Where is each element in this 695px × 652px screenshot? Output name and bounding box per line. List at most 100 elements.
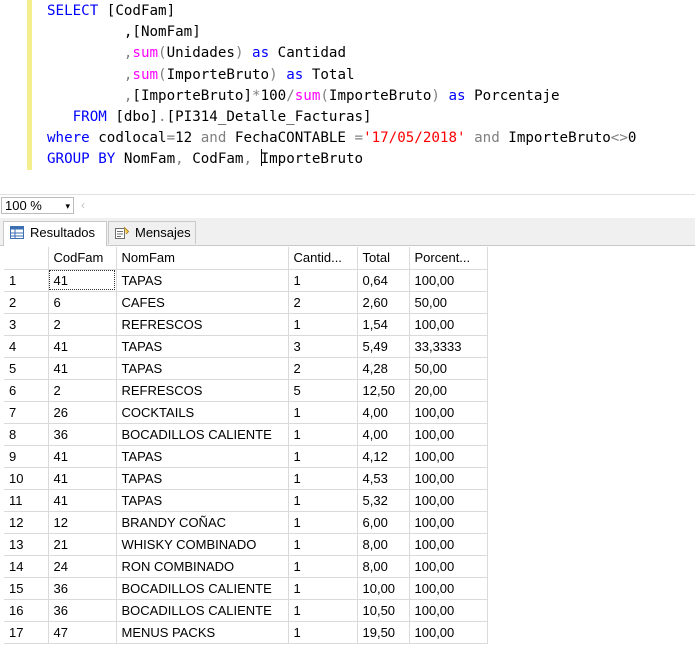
grid-cell[interactable]: TAPAS bbox=[116, 467, 289, 490]
grid-cell[interactable]: 100,00 bbox=[409, 313, 488, 336]
grid-cell[interactable]: 0,64 bbox=[357, 269, 410, 292]
grid-cell[interactable]: TAPAS bbox=[116, 489, 289, 512]
grid-cell[interactable]: BOCADILLOS CALIENTE bbox=[116, 599, 289, 622]
grid-cell[interactable]: 4,12 bbox=[357, 445, 410, 468]
tab-mensajes[interactable]: Mensajes bbox=[108, 221, 196, 244]
grid-cell[interactable]: 1 bbox=[288, 621, 358, 644]
grid-cell[interactable]: 5,49 bbox=[357, 335, 410, 358]
grid-cell[interactable]: 3 bbox=[288, 335, 358, 358]
row-number[interactable]: 10 bbox=[4, 467, 49, 490]
row-number[interactable]: 3 bbox=[4, 313, 49, 336]
grid-cell[interactable]: BOCADILLOS CALIENTE bbox=[116, 423, 289, 446]
grid-cell[interactable]: 12 bbox=[48, 511, 117, 534]
grid-cell[interactable]: 36 bbox=[48, 599, 117, 622]
grid-cell[interactable]: 4,00 bbox=[357, 423, 410, 446]
grid-cell[interactable]: 1 bbox=[288, 577, 358, 600]
table-row[interactable]: 11 41 TAPAS 1 5,32 100,00 bbox=[4, 489, 488, 512]
grid-cell[interactable]: BOCADILLOS CALIENTE bbox=[116, 577, 289, 600]
grid-cell[interactable]: 2 bbox=[48, 313, 117, 336]
table-row[interactable]: 1 41 TAPAS 1 0,64 100,00 bbox=[4, 269, 488, 292]
grid-cell[interactable]: 26 bbox=[48, 401, 117, 424]
grid-cell[interactable]: 5,32 bbox=[357, 489, 410, 512]
row-number[interactable]: 13 bbox=[4, 533, 49, 556]
grid-cell[interactable]: 100,00 bbox=[409, 423, 488, 446]
grid-cell[interactable]: 21 bbox=[48, 533, 117, 556]
chevron-down-icon[interactable]: ▾ bbox=[65, 198, 70, 214]
grid-cell[interactable]: 20,00 bbox=[409, 379, 488, 402]
grid-cell[interactable]: 6,00 bbox=[357, 511, 410, 534]
row-number[interactable]: 2 bbox=[4, 291, 49, 314]
grid-cell[interactable]: 100,00 bbox=[409, 467, 488, 490]
grid-cell[interactable]: 100,00 bbox=[409, 489, 488, 512]
table-row[interactable]: 17 47 MENUS PACKS 1 19,50 100,00 bbox=[4, 621, 488, 644]
grid-cell[interactable]: 1 bbox=[288, 489, 358, 512]
grid-cell[interactable]: 1 bbox=[288, 599, 358, 622]
grid-cell[interactable]: 8,00 bbox=[357, 533, 410, 556]
grid-cell[interactable]: 100,00 bbox=[409, 533, 488, 556]
table-row[interactable]: 9 41 TAPAS 1 4,12 100,00 bbox=[4, 445, 488, 468]
grid-cell[interactable]: BRANDY COÑAC bbox=[116, 511, 289, 534]
column-header[interactable]: Total bbox=[357, 247, 410, 270]
grid-cell[interactable]: 41 bbox=[48, 335, 117, 358]
zoom-select[interactable]: 100 % ▾ bbox=[1, 197, 74, 214]
row-number[interactable]: 6 bbox=[4, 379, 49, 402]
grid-cell[interactable]: 5 bbox=[288, 379, 358, 402]
table-row[interactable]: 14 24 RON COMBINADO 1 8,00 100,00 bbox=[4, 555, 488, 578]
table-row[interactable]: 13 21 WHISKY COMBINADO 1 8,00 100,00 bbox=[4, 533, 488, 556]
row-number[interactable]: 5 bbox=[4, 357, 49, 380]
table-row[interactable]: 3 2 REFRESCOS 1 1,54 100,00 bbox=[4, 313, 488, 336]
row-number[interactable]: 12 bbox=[4, 511, 49, 534]
grid-cell[interactable]: 1 bbox=[288, 313, 358, 336]
sql-code[interactable]: SELECT [CodFam] ,[NomFam] ,sum(Unidades)… bbox=[47, 1, 636, 171]
table-row[interactable]: 5 41 TAPAS 2 4,28 50,00 bbox=[4, 357, 488, 380]
column-header[interactable]: Cantid... bbox=[288, 247, 358, 270]
grid-cell[interactable]: 10,00 bbox=[357, 577, 410, 600]
table-row[interactable]: 10 41 TAPAS 1 4,53 100,00 bbox=[4, 467, 488, 490]
grid-cell[interactable]: 33,3333 bbox=[409, 335, 488, 358]
row-number[interactable]: 16 bbox=[4, 599, 49, 622]
grid-cell[interactable]: 100,00 bbox=[409, 577, 488, 600]
table-row[interactable]: 7 26 COCKTAILS 1 4,00 100,00 bbox=[4, 401, 488, 424]
grid-cell[interactable]: 1,54 bbox=[357, 313, 410, 336]
grid-cell[interactable]: 10,50 bbox=[357, 599, 410, 622]
grid-cell[interactable]: 50,00 bbox=[409, 291, 488, 314]
grid-cell[interactable]: 2 bbox=[288, 357, 358, 380]
sql-editor[interactable]: SELECT [CodFam] ,[NomFam] ,sum(Unidades)… bbox=[0, 0, 695, 194]
grid-cell[interactable]: 19,50 bbox=[357, 621, 410, 644]
grid-cell[interactable]: TAPAS bbox=[116, 357, 289, 380]
grid-cell[interactable]: 12,50 bbox=[357, 379, 410, 402]
column-header[interactable]: CodFam bbox=[48, 247, 117, 270]
grid-cell[interactable]: 100,00 bbox=[409, 599, 488, 622]
grid-cell[interactable]: TAPAS bbox=[116, 335, 289, 358]
grid-cell[interactable]: TAPAS bbox=[116, 445, 289, 468]
table-row[interactable]: 16 36 BOCADILLOS CALIENTE 1 10,50 100,00 bbox=[4, 599, 488, 622]
grid-cell[interactable]: 41 bbox=[48, 489, 117, 512]
grid-cell[interactable]: REFRESCOS bbox=[116, 379, 289, 402]
table-row[interactable]: 15 36 BOCADILLOS CALIENTE 1 10,00 100,00 bbox=[4, 577, 488, 600]
grid-cell[interactable]: MENUS PACKS bbox=[116, 621, 289, 644]
grid-cell[interactable]: 36 bbox=[48, 423, 117, 446]
grid-cell[interactable]: 1 bbox=[288, 445, 358, 468]
grid-cell[interactable]: 36 bbox=[48, 577, 117, 600]
grid-cell[interactable]: 4,00 bbox=[357, 401, 410, 424]
grid-cell[interactable]: 1 bbox=[288, 423, 358, 446]
grid-cell[interactable]: 4,28 bbox=[357, 357, 410, 380]
table-row[interactable]: 12 12 BRANDY COÑAC 1 6,00 100,00 bbox=[4, 511, 488, 534]
grid-cell[interactable]: COCKTAILS bbox=[116, 401, 289, 424]
grid-cell[interactable]: 100,00 bbox=[409, 269, 488, 292]
grid-cell[interactable]: 1 bbox=[288, 269, 358, 292]
table-row[interactable]: 8 36 BOCADILLOS CALIENTE 1 4,00 100,00 bbox=[4, 423, 488, 446]
grid-cell[interactable]: 41 bbox=[48, 357, 117, 380]
table-row[interactable]: 6 2 REFRESCOS 5 12,50 20,00 bbox=[4, 379, 488, 402]
grid-cell[interactable]: 100,00 bbox=[409, 511, 488, 534]
grid-cell[interactable]: 41 bbox=[48, 269, 117, 292]
row-number[interactable]: 15 bbox=[4, 577, 49, 600]
row-number[interactable]: 11 bbox=[4, 489, 49, 512]
row-number-header[interactable] bbox=[4, 247, 49, 270]
grid-cell[interactable]: 24 bbox=[48, 555, 117, 578]
grid-cell[interactable]: 4,53 bbox=[357, 467, 410, 490]
row-number[interactable]: 7 bbox=[4, 401, 49, 424]
row-number[interactable]: 17 bbox=[4, 621, 49, 644]
row-number[interactable]: 8 bbox=[4, 423, 49, 446]
table-row[interactable]: 4 41 TAPAS 3 5,49 33,3333 bbox=[4, 335, 488, 358]
